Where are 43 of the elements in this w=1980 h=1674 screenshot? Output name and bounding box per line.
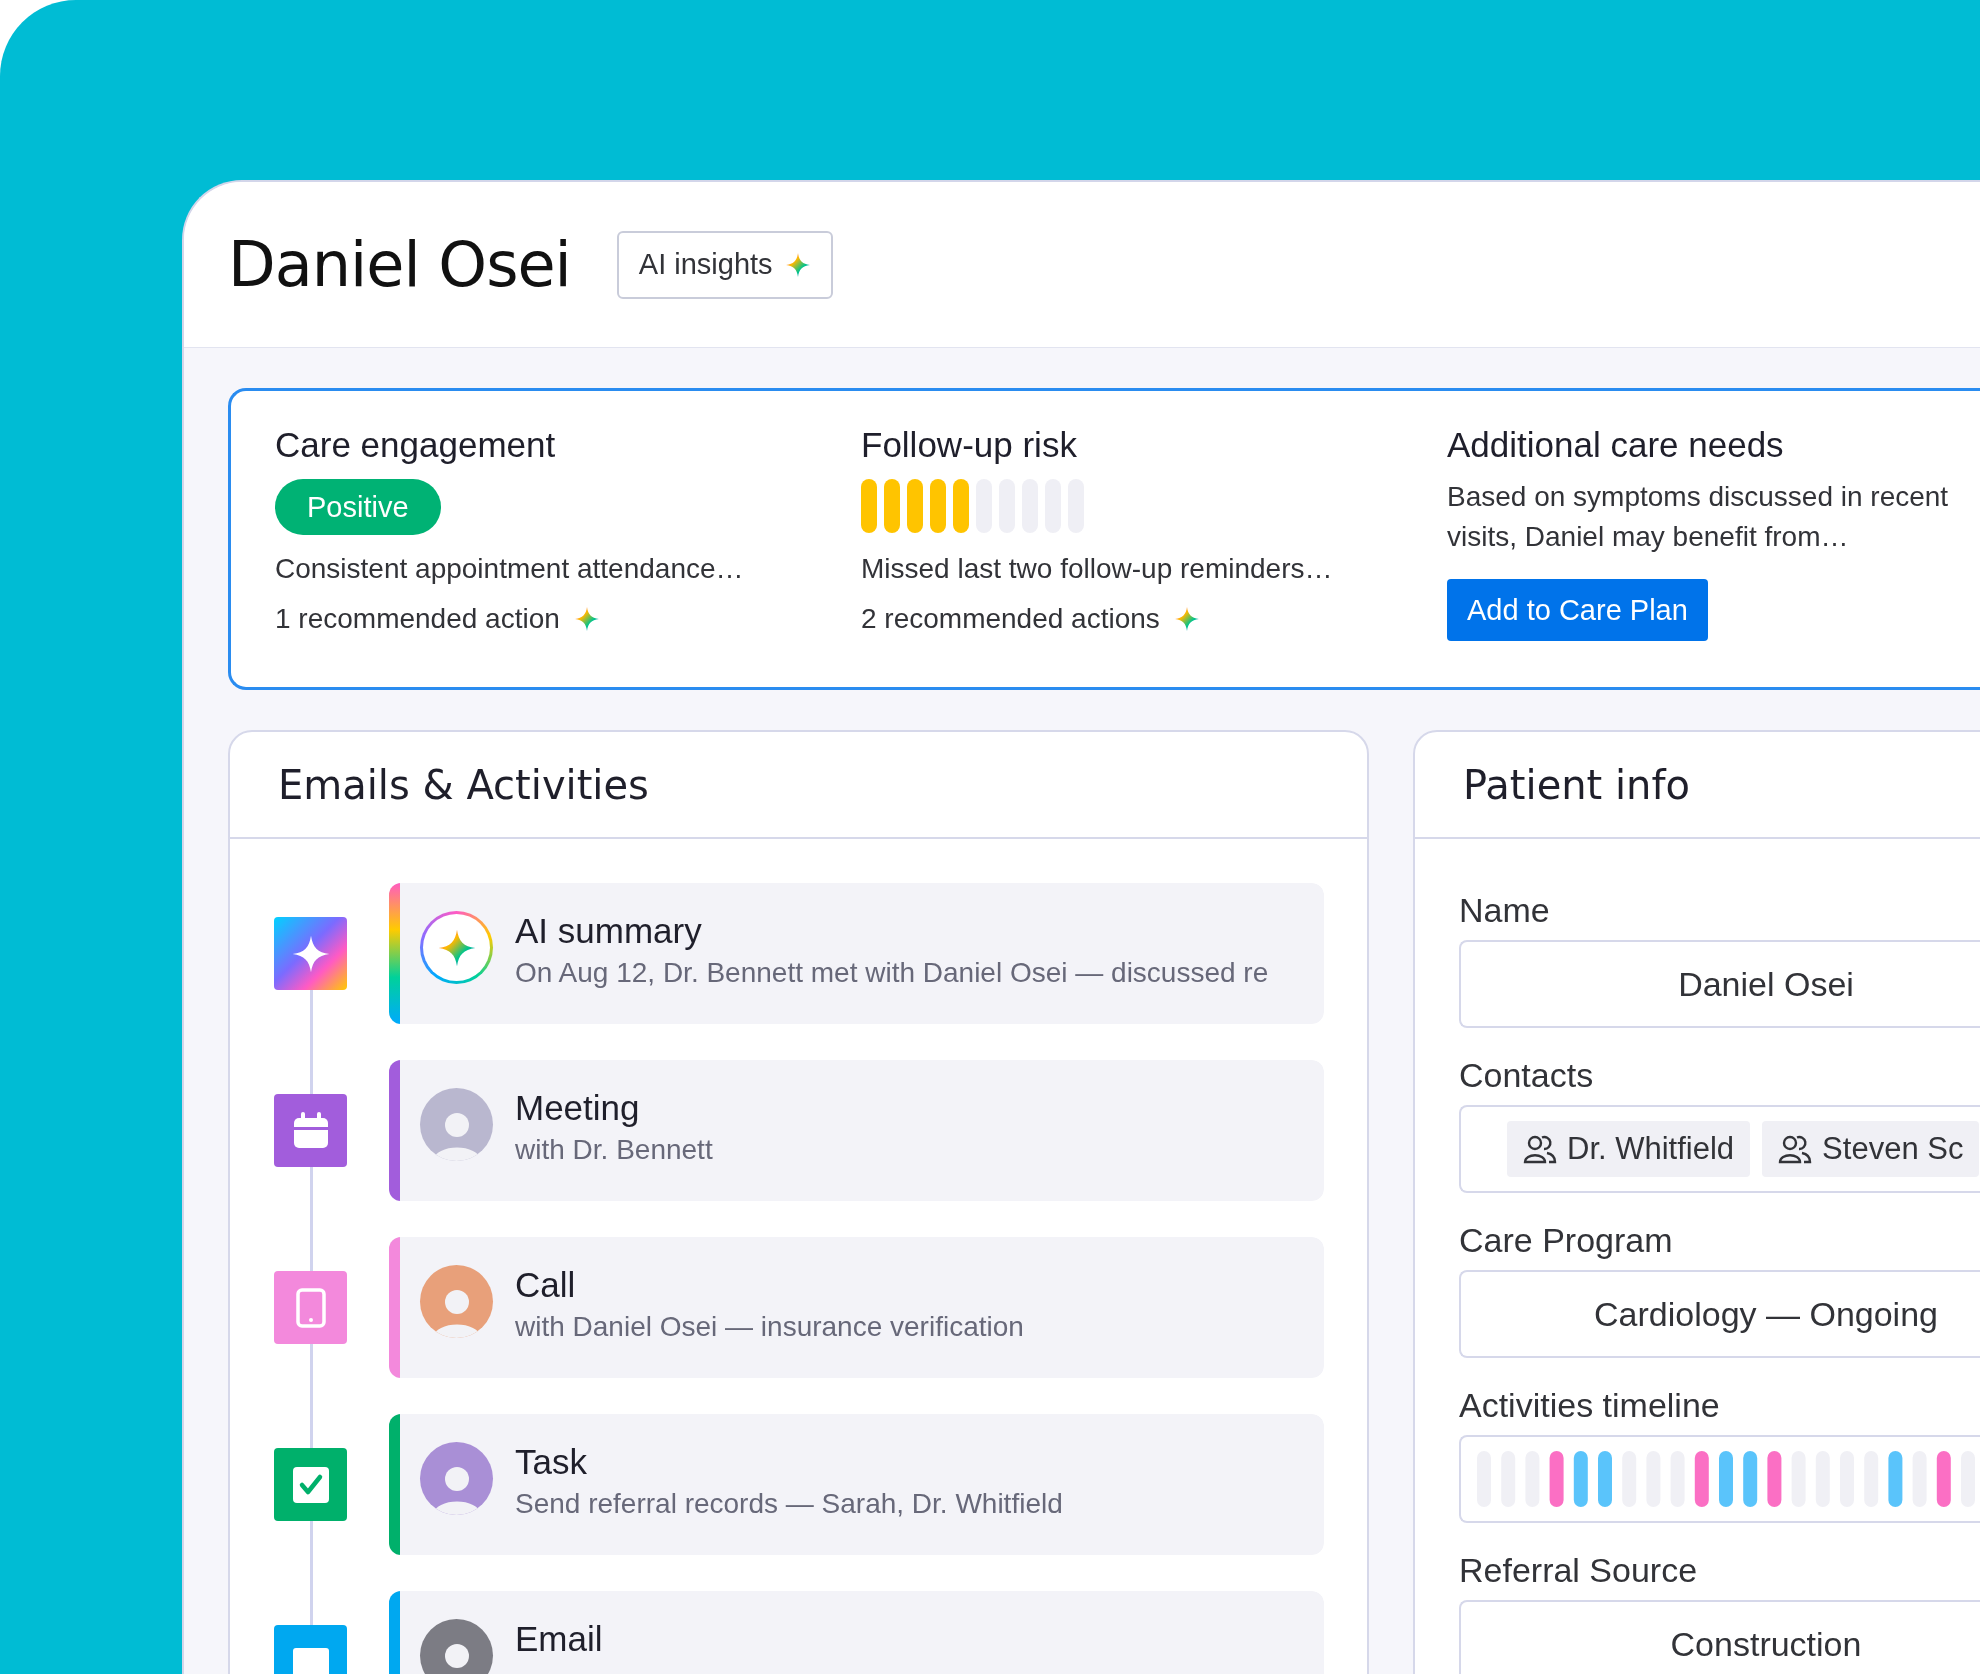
- checkbox-icon: [291, 1465, 330, 1504]
- activity-subtitle: with Dr. Bennett: [515, 1134, 713, 1166]
- status-badge: Positive: [275, 479, 441, 535]
- ai-insights-button[interactable]: AI insights: [616, 230, 833, 299]
- activity-card[interactable]: Meeting with Dr. Bennett: [389, 1060, 1324, 1201]
- panel-title: Emails & Activities: [278, 761, 649, 808]
- people-icon: [1778, 1134, 1813, 1164]
- contact-chip[interactable]: Steven Sc: [1762, 1121, 1980, 1177]
- activity-card[interactable]: Call with Daniel Osei — insurance verification: [389, 1237, 1324, 1378]
- insight-title: Follow-up risk: [861, 425, 1077, 465]
- activity-card[interactable]: Task Send referral records — Sarah, Dr. Whitfield: [389, 1414, 1324, 1555]
- field-label: Name: [1459, 891, 1551, 930]
- activity-title: Call: [515, 1265, 577, 1305]
- insight-summary: Consistent appointment attendance…: [275, 553, 744, 585]
- insight-summary: Based on symptoms discussed in recent visits, Daniel may benefit from…: [1447, 480, 1950, 554]
- activity-subtitle: On Aug 12, Dr. Bennett met with Daniel Osei — discussed re: [515, 957, 1269, 989]
- activity-title: Task: [515, 1442, 588, 1482]
- recommended-actions-link[interactable]: 2 recommended actions: [861, 603, 1160, 635]
- field-value[interactable]: Construction: [1459, 1600, 1980, 1674]
- insight-title: Care engagement: [275, 425, 556, 465]
- patient-name-title: Daniel Osei: [228, 228, 571, 301]
- calendar-icon: [291, 1110, 330, 1151]
- activity-title: AI summary: [515, 911, 703, 951]
- field-value[interactable]: Cardiology — Ongoing: [1459, 1270, 1980, 1358]
- activity-subtitle: with Daniel Osei — insurance verification: [515, 1311, 1024, 1343]
- field-label: Contacts: [1459, 1056, 1595, 1095]
- tablet-icon: [295, 1287, 326, 1328]
- activity-title: Email: [515, 1619, 603, 1659]
- field-label: Care Program: [1459, 1221, 1674, 1260]
- activity-card[interactable]: Email: [389, 1591, 1324, 1674]
- add-to-care-plan-button[interactable]: Add to Care Plan: [1447, 579, 1708, 641]
- activity-title: Meeting: [515, 1088, 641, 1128]
- contact-chip[interactable]: Dr. Whitfield: [1507, 1121, 1751, 1177]
- panel-title: Patient info: [1463, 761, 1690, 808]
- insight-title: Additional care needs: [1447, 425, 1784, 465]
- recommended-actions-link[interactable]: 1 recommended action: [275, 603, 560, 635]
- activity-card[interactable]: AI summary On Aug 12, Dr. Bennett met with Daniel Osei — discussed re: [389, 883, 1324, 1024]
- activity-subtitle: Send referral records — Sarah, Dr. Whitfield: [515, 1488, 1063, 1520]
- insight-summary: Missed last two follow-up reminders…: [861, 553, 1333, 585]
- people-icon: [1523, 1134, 1557, 1164]
- field-label: Referral Source: [1459, 1551, 1699, 1590]
- field-label: Activities timeline: [1459, 1386, 1721, 1425]
- field-value[interactable]: Daniel Osei: [1459, 940, 1980, 1028]
